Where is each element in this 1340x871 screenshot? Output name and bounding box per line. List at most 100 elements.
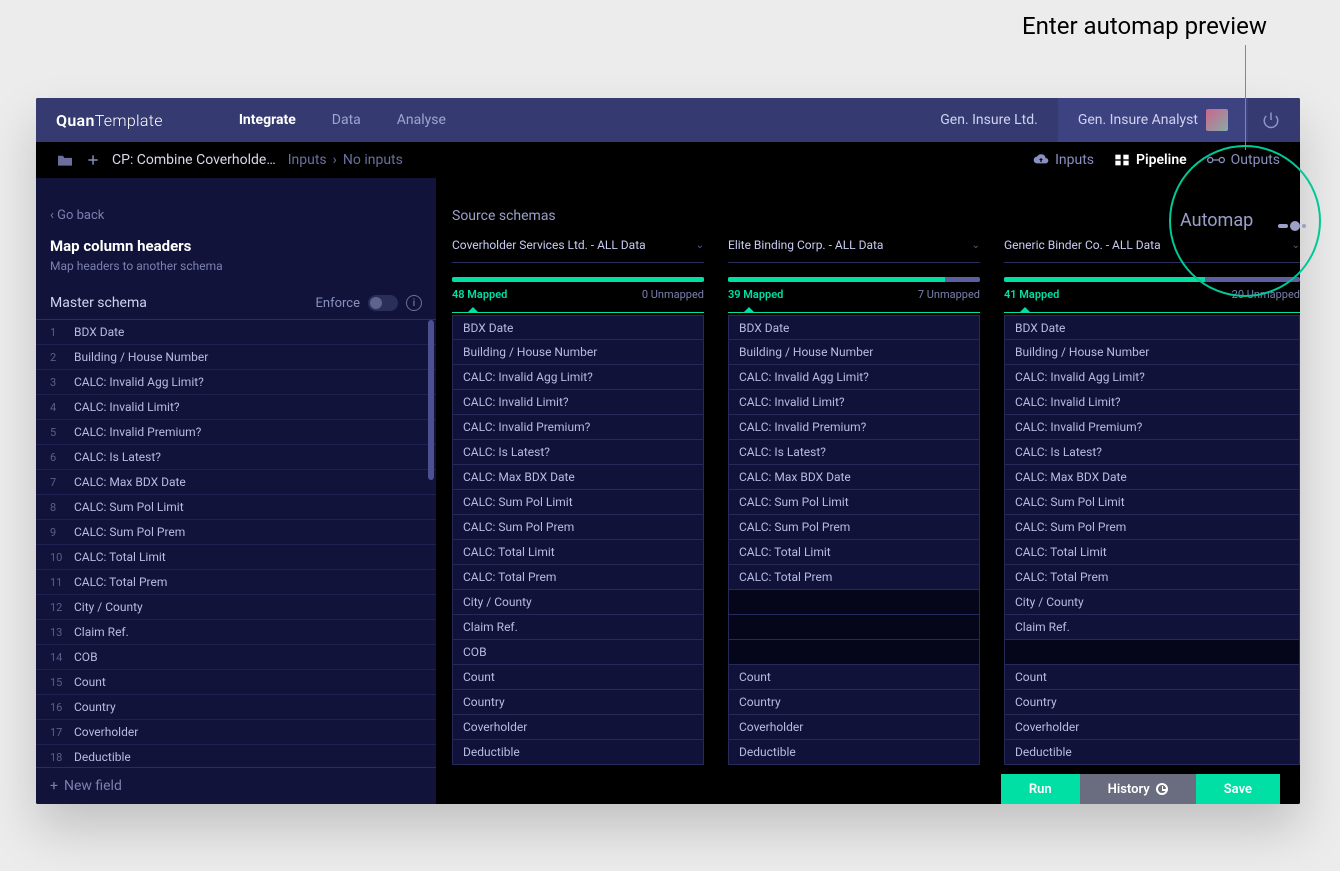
column-item[interactable]: Building / House Number bbox=[728, 340, 980, 365]
schema-row[interactable]: 2Building / House Number bbox=[36, 345, 436, 370]
column-item[interactable]: Building / House Number bbox=[1004, 340, 1300, 365]
column-item[interactable]: Coverholder bbox=[1004, 715, 1300, 740]
column-item[interactable]: CALC: Max BDX Date bbox=[452, 465, 704, 490]
plus-icon[interactable] bbox=[86, 153, 100, 167]
folder-icon[interactable] bbox=[56, 153, 74, 167]
breadcrumb-noinputs[interactable]: No inputs bbox=[343, 152, 403, 168]
history-button[interactable]: History bbox=[1080, 774, 1196, 804]
column-item[interactable]: CALC: Sum Pol Limit bbox=[452, 490, 704, 515]
schema-column-header[interactable]: Generic Binder Co. - ALL Data⌄ bbox=[1004, 232, 1300, 263]
user-name[interactable]: Gen. Insure Analyst bbox=[1058, 98, 1248, 142]
schema-row[interactable]: 12City / County bbox=[36, 595, 436, 620]
schema-row[interactable]: 9CALC: Sum Pol Prem bbox=[36, 520, 436, 545]
column-item[interactable]: Claim Ref. bbox=[1004, 615, 1300, 640]
column-item[interactable]: CALC: Total Limit bbox=[1004, 540, 1300, 565]
row-label: Count bbox=[74, 675, 106, 689]
column-item[interactable]: CALC: Is Latest? bbox=[1004, 440, 1300, 465]
column-item[interactable]: City / County bbox=[1004, 590, 1300, 615]
schema-row[interactable]: 3CALC: Invalid Agg Limit? bbox=[36, 370, 436, 395]
column-item[interactable]: CALC: Total Prem bbox=[728, 565, 980, 590]
save-button[interactable]: Save bbox=[1196, 774, 1280, 804]
column-item[interactable]: CALC: Invalid Agg Limit? bbox=[728, 365, 980, 390]
schema-row[interactable]: 15Count bbox=[36, 670, 436, 695]
column-item[interactable]: Coverholder bbox=[728, 715, 980, 740]
column-item[interactable]: CALC: Invalid Agg Limit? bbox=[452, 365, 704, 390]
schema-row[interactable]: 14COB bbox=[36, 645, 436, 670]
schema-row[interactable]: 8CALC: Sum Pol Limit bbox=[36, 495, 436, 520]
column-item[interactable]: CALC: Total Limit bbox=[728, 540, 980, 565]
column-item[interactable]: CALC: Sum Pol Prem bbox=[452, 515, 704, 540]
tab-integrate[interactable]: Integrate bbox=[239, 112, 296, 128]
column-item[interactable]: Count bbox=[728, 665, 980, 690]
column-item[interactable]: Count bbox=[1004, 665, 1300, 690]
column-item[interactable]: CALC: Sum Pol Prem bbox=[1004, 515, 1300, 540]
column-item[interactable]: City / County bbox=[452, 590, 704, 615]
schemas-row: Coverholder Services Ltd. - ALL Data⌄48 … bbox=[452, 232, 1300, 765]
avatar[interactable] bbox=[1206, 109, 1228, 131]
row-label: CALC: Max BDX Date bbox=[74, 475, 186, 489]
column-item[interactable]: CALC: Sum Pol Prem bbox=[728, 515, 980, 540]
new-field-button[interactable]: +New field bbox=[36, 767, 436, 804]
stage-tab-pipeline[interactable]: Pipeline bbox=[1114, 152, 1187, 168]
column-item[interactable]: Deductible bbox=[452, 740, 704, 765]
column-item[interactable]: CALC: Is Latest? bbox=[452, 440, 704, 465]
column-item[interactable]: CALC: Total Limit bbox=[452, 540, 704, 565]
stage-tab-inputs[interactable]: Inputs bbox=[1033, 152, 1094, 168]
column-rule bbox=[452, 312, 704, 313]
schema-row[interactable]: 1BDX Date bbox=[36, 320, 436, 345]
column-item[interactable]: CALC: Invalid Agg Limit? bbox=[1004, 365, 1300, 390]
run-button[interactable]: Run bbox=[1001, 774, 1080, 804]
column-item[interactable]: Claim Ref. bbox=[452, 615, 704, 640]
column-item[interactable]: CALC: Max BDX Date bbox=[1004, 465, 1300, 490]
column-item[interactable]: BDX Date bbox=[728, 315, 980, 340]
column-item[interactable]: Coverholder bbox=[452, 715, 704, 740]
schema-row[interactable]: 7CALC: Max BDX Date bbox=[36, 470, 436, 495]
document-title[interactable]: CP: Combine Coverholde… bbox=[112, 152, 276, 168]
org-name[interactable]: Gen. Insure Ltd. bbox=[920, 98, 1058, 142]
column-item[interactable]: Country bbox=[452, 690, 704, 715]
column-item[interactable]: Count bbox=[452, 665, 704, 690]
column-item[interactable]: CALC: Invalid Limit? bbox=[1004, 390, 1300, 415]
column-item[interactable]: Building / House Number bbox=[452, 340, 704, 365]
column-item[interactable]: BDX Date bbox=[1004, 315, 1300, 340]
column-item[interactable]: CALC: Invalid Premium? bbox=[452, 415, 704, 440]
schema-row[interactable]: 5CALC: Invalid Premium? bbox=[36, 420, 436, 445]
power-icon[interactable] bbox=[1262, 111, 1280, 129]
schema-column-header[interactable]: Elite Binding Corp. - ALL Data⌄ bbox=[728, 232, 980, 263]
column-item[interactable]: CALC: Total Prem bbox=[452, 565, 704, 590]
row-number: 4 bbox=[50, 401, 74, 414]
schema-row[interactable]: 10CALC: Total Limit bbox=[36, 545, 436, 570]
column-item[interactable]: CALC: Invalid Premium? bbox=[728, 415, 980, 440]
column-item[interactable]: CALC: Max BDX Date bbox=[728, 465, 980, 490]
column-item[interactable]: CALC: Invalid Limit? bbox=[728, 390, 980, 415]
tab-data[interactable]: Data bbox=[332, 112, 361, 128]
column-item[interactable]: CALC: Total Prem bbox=[1004, 565, 1300, 590]
schema-row[interactable]: 18Deductible bbox=[36, 745, 436, 767]
column-item[interactable]: Country bbox=[728, 690, 980, 715]
column-item[interactable]: CALC: Invalid Premium? bbox=[1004, 415, 1300, 440]
schema-row[interactable]: 11CALC: Total Prem bbox=[36, 570, 436, 595]
schema-row[interactable]: 13Claim Ref. bbox=[36, 620, 436, 645]
schema-column-header[interactable]: Coverholder Services Ltd. - ALL Data⌄ bbox=[452, 232, 704, 263]
user-name-label: Gen. Insure Analyst bbox=[1078, 112, 1198, 128]
column-item[interactable]: COB bbox=[452, 640, 704, 665]
breadcrumb-inputs[interactable]: Inputs bbox=[288, 152, 327, 168]
column-item[interactable]: CALC: Invalid Limit? bbox=[452, 390, 704, 415]
column-item[interactable]: Country bbox=[1004, 690, 1300, 715]
column-item[interactable]: BDX Date bbox=[452, 315, 704, 340]
info-icon[interactable]: i bbox=[406, 295, 422, 311]
column-item[interactable]: Deductible bbox=[1004, 740, 1300, 765]
column-item[interactable]: CALC: Is Latest? bbox=[728, 440, 980, 465]
tab-analyse[interactable]: Analyse bbox=[397, 112, 446, 128]
column-item[interactable]: CALC: Sum Pol Limit bbox=[1004, 490, 1300, 515]
go-back-link[interactable]: ‹ Go back bbox=[36, 178, 436, 231]
column-item[interactable]: CALC: Sum Pol Limit bbox=[728, 490, 980, 515]
schema-row[interactable]: 4CALC: Invalid Limit? bbox=[36, 395, 436, 420]
enforce-toggle[interactable] bbox=[368, 295, 398, 311]
schema-row[interactable]: 16Country bbox=[36, 695, 436, 720]
column-item[interactable]: Deductible bbox=[728, 740, 980, 765]
stage-tab-outputs[interactable]: Outputs bbox=[1207, 152, 1280, 168]
schema-row[interactable]: 6CALC: Is Latest? bbox=[36, 445, 436, 470]
schema-row[interactable]: 17Coverholder bbox=[36, 720, 436, 745]
scrollbar-thumb[interactable] bbox=[428, 320, 434, 480]
